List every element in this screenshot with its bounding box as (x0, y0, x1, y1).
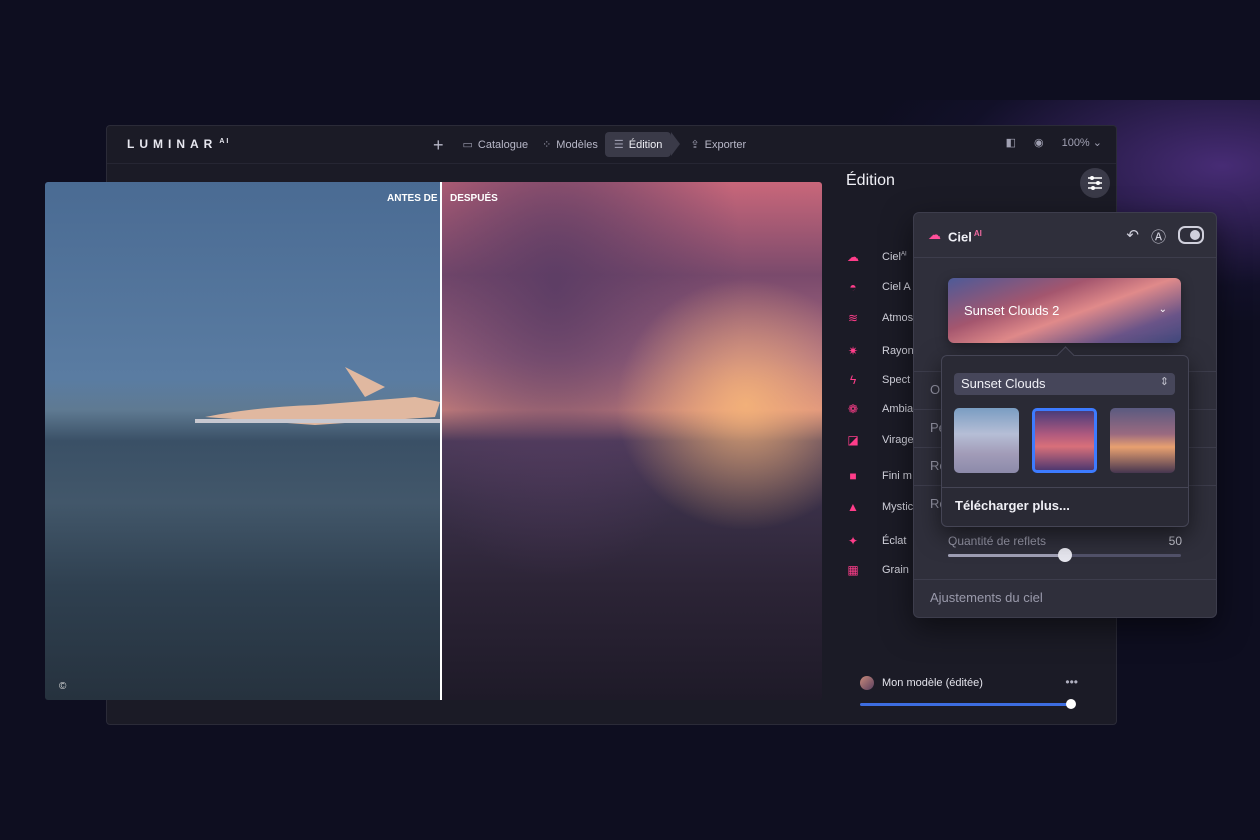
download-more-link[interactable]: Télécharger plus... (955, 498, 1070, 513)
adjustments-button[interactable] (1080, 168, 1110, 198)
sliders-icon: ☰ (613, 139, 624, 151)
sky-adjustments-label[interactable]: Ajustements du ciel (930, 590, 1043, 605)
cloud-icon: ☁ (928, 227, 941, 242)
add-icon[interactable]: + (433, 136, 444, 154)
undo-icon[interactable]: ↶ (1126, 226, 1139, 247)
sky-thumbnail-selected[interactable] (1032, 408, 1097, 473)
tool-grain[interactable]: ▦ Grain (846, 563, 909, 577)
tool-eclat[interactable]: ✦ Éclat (846, 534, 907, 548)
chevron-down-icon: ⌄ (1158, 304, 1167, 315)
nav-edition[interactable]: ☰ Édition (604, 132, 680, 157)
more-icon[interactable]: ••• (1065, 675, 1078, 689)
reflection-knob[interactable] (1058, 548, 1072, 562)
sky-thumbnail[interactable] (954, 408, 1019, 473)
sky-picker-popover: Sunset Clouds ⇕ Télécharger plus... (941, 355, 1189, 527)
before-image (45, 182, 445, 700)
nav-modeles[interactable]: ⁘ Modèles (535, 132, 605, 157)
atmosphere-icon: ≋ (847, 311, 859, 325)
compare-icon[interactable]: ◧ (1006, 136, 1016, 149)
title-bar: LUMINAR AI + ▭ Catalogue ⁘ Modèles ☰ Édit… (107, 126, 1116, 164)
export-icon: ⇪ (690, 139, 700, 151)
tool-ciel[interactable]: ☁ CielAI (846, 250, 907, 264)
mask-icon[interactable]: Ⓐ (1151, 226, 1166, 247)
matte-icon: ■ (849, 469, 857, 483)
template-name: Mon modèle (éditée) (882, 677, 983, 689)
updown-icon: ⇕ (1159, 376, 1169, 388)
tool-spectaculaire[interactable]: ϟ Spect (846, 373, 910, 387)
zoom-select[interactable]: 100% ⌄ (1062, 136, 1102, 149)
divider (942, 487, 1188, 488)
template-thumbnail (860, 676, 874, 690)
tool-mystique[interactable]: ▲ Mystic (846, 500, 913, 514)
app-logo: LUMINAR AI (127, 137, 231, 151)
enable-toggle[interactable] (1178, 226, 1204, 244)
tool-ambiance[interactable]: ❁ Ambia (846, 402, 913, 416)
after-image (441, 182, 822, 700)
main-nav: + ▭ Catalogue ⁘ Modèles ☰ Édition ⇪ Expo… (433, 132, 753, 157)
selected-sky-label: Sunset Clouds 2 (964, 303, 1060, 318)
sky-thumbnail[interactable] (1110, 408, 1175, 473)
sky-pack-select[interactable]: Sunset Clouds ⇕ (954, 373, 1175, 395)
view-tools: ◧ ◉ 100% ⌄ (1006, 136, 1102, 149)
sky-panel-tools: ↶ Ⓐ (1126, 226, 1204, 247)
sunrays-icon: ✷ (847, 344, 859, 358)
tool-rayons[interactable]: ✷ Rayon (846, 344, 914, 358)
template-amount-knob[interactable] (1066, 699, 1076, 709)
panel-title: Édition (846, 172, 895, 189)
template-amount-slider[interactable] (860, 703, 1071, 706)
sky-augment-icon: ◓ (849, 280, 857, 294)
toning-icon: ◪ (847, 433, 859, 447)
ambiance-icon: ❁ (847, 402, 859, 416)
tool-virage[interactable]: ◪ Virage (846, 433, 913, 447)
grain-icon: ▦ (847, 563, 859, 577)
template-row[interactable]: Mon modèle (éditée) ••• (860, 675, 1080, 690)
reflection-fill (948, 554, 1065, 557)
sky-panel-title: Ciel AI (948, 229, 982, 245)
tool-ciel-augmente[interactable]: ◓ Ciel A (846, 280, 910, 294)
eye-icon[interactable]: ◉ (1034, 136, 1044, 149)
lightning-icon: ϟ (849, 373, 857, 387)
tool-atmosphere[interactable]: ≋ Atmos (846, 311, 913, 325)
before-label: ANTES DE (387, 193, 438, 204)
nav-catalogue[interactable]: ▭ Catalogue (456, 132, 536, 157)
reflection-value: 50 (1168, 534, 1182, 548)
after-label: DESPUÉS (450, 193, 498, 204)
mystical-icon: ▲ (847, 500, 859, 514)
cloud-icon: ☁ (847, 250, 859, 264)
nav-exporter[interactable]: ⇪ Exporter (683, 132, 753, 157)
sky-selection-button[interactable]: Sunset Clouds 2 ⌄ (948, 278, 1181, 343)
glow-icon: ✦ (847, 534, 859, 548)
reflection-label: Quantité de reflets (948, 534, 1047, 548)
sky-panel-header: ☁ Ciel AI ↶ Ⓐ (914, 213, 1216, 258)
templates-icon: ⁘ (542, 139, 552, 151)
compare-divider[interactable] (440, 182, 442, 700)
copyright-mark: © (59, 681, 67, 692)
sliders-icon (1088, 176, 1102, 190)
folder-icon: ▭ (462, 139, 473, 151)
swimmer-before (195, 367, 445, 425)
before-after-photo[interactable]: ANTES DE DESPUÉS © (45, 182, 822, 700)
tool-fini-mat[interactable]: ■ Fini m (846, 469, 912, 483)
